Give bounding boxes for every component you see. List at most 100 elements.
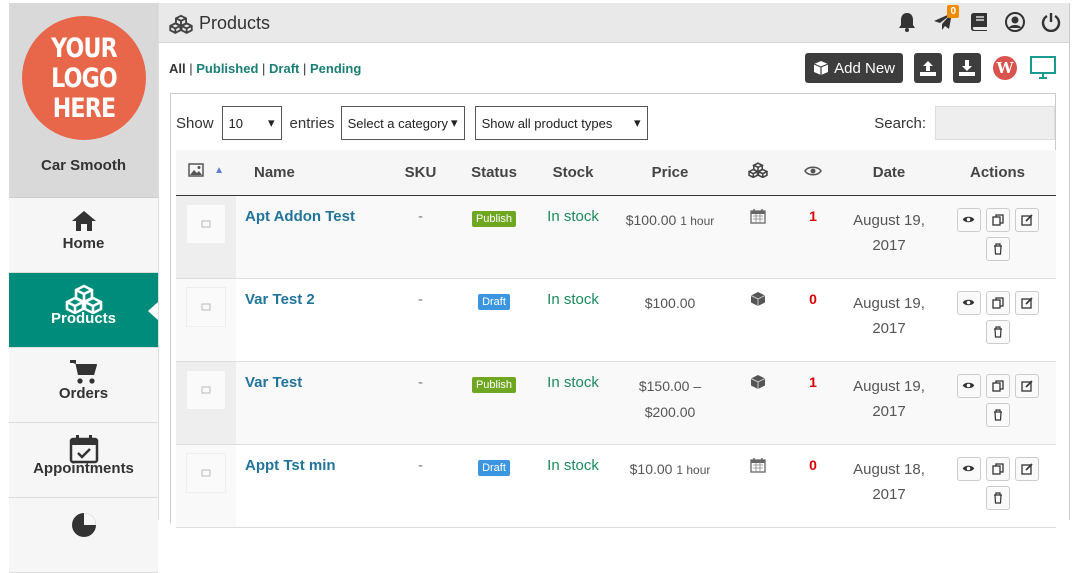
sidebar-item-reports[interactable]: [9, 498, 158, 573]
import-button[interactable]: [914, 53, 942, 83]
col-views[interactable]: [787, 150, 839, 196]
svg-text:W: W: [996, 59, 1015, 77]
product-name[interactable]: Appt Tst min: [236, 444, 388, 528]
col-date[interactable]: Date: [839, 150, 939, 196]
date-line: August 19,: [853, 377, 925, 395]
sidebar-item-products[interactable]: Products: [9, 273, 159, 348]
entries-select[interactable]: 10 ▾: [221, 106, 282, 140]
add-new-button[interactable]: Add New: [805, 53, 903, 83]
sidebar-item-label: Orders: [58, 385, 109, 402]
edit-button[interactable]: [1014, 373, 1039, 398]
delete-button[interactable]: [985, 485, 1010, 510]
product-sku: -: [388, 278, 453, 362]
date-cell: August 19, 2017: [839, 278, 939, 362]
eye-icon: [804, 166, 822, 176]
book-icon[interactable]: [969, 12, 989, 32]
date-year: 2017: [872, 402, 906, 420]
filter-pending[interactable]: Pending: [310, 61, 361, 76]
price-cell: $10.00 1 hour: [611, 444, 729, 528]
duplicate-button[interactable]: [985, 290, 1010, 315]
status-cell: Draft: [453, 278, 535, 362]
paper-plane-icon[interactable]: 0: [933, 5, 959, 32]
product-sku: -: [388, 195, 453, 279]
view-button[interactable]: [956, 207, 981, 232]
search-input[interactable]: [935, 106, 1055, 140]
table-row: Appt Tst min - Draft In stock $10.00 1 h…: [176, 444, 1056, 528]
power-icon[interactable]: [1041, 12, 1061, 32]
wordpress-icon[interactable]: W: [992, 55, 1018, 81]
category-select[interactable]: Select a category ▾: [340, 106, 465, 140]
bell-icon[interactable]: [897, 12, 917, 32]
copy-icon: [991, 213, 1004, 226]
delete-button[interactable]: [985, 236, 1010, 261]
sidebar-item-appointments[interactable]: Appointments: [9, 423, 158, 498]
sidebar-item-label: Home: [62, 235, 105, 252]
price-duration: 1 hour: [676, 462, 711, 477]
view-button[interactable]: [956, 290, 981, 315]
entries-label: entries: [289, 114, 335, 132]
download-icon: [959, 60, 975, 76]
duplicate-button[interactable]: [985, 456, 1010, 481]
copy-icon: [991, 379, 1004, 392]
delete-button[interactable]: [985, 319, 1010, 344]
product-type-select[interactable]: Show all product types ▾: [474, 106, 648, 140]
delete-button[interactable]: [985, 402, 1010, 427]
stock-status: In stock: [535, 444, 611, 528]
store-logo[interactable]: YOUR LOGO HERE: [22, 16, 146, 140]
filter-published[interactable]: Published: [196, 61, 258, 76]
edit-icon: [1020, 296, 1033, 309]
variable-product-icon: [750, 374, 766, 394]
product-name[interactable]: Var Test: [236, 361, 388, 445]
filter-sep: |: [262, 61, 266, 76]
export-button[interactable]: [953, 53, 981, 83]
col-sku[interactable]: SKU: [388, 150, 453, 196]
price-value: $150.00 –: [638, 377, 702, 394]
filter-draft[interactable]: Draft: [269, 61, 299, 76]
sidebar-item-orders[interactable]: Orders: [9, 348, 158, 423]
product-thumbnail[interactable]: [186, 286, 226, 327]
edit-icon: [1020, 379, 1033, 392]
edit-button[interactable]: [1014, 207, 1039, 232]
duplicate-button[interactable]: [985, 373, 1010, 398]
table-row: Var Test - Publish In stock $150.00 – $2…: [176, 361, 1056, 445]
type-cell: [729, 195, 787, 279]
col-stock[interactable]: Stock: [535, 150, 611, 196]
date-cell: August 19, 2017: [839, 361, 939, 445]
eye-icon: [962, 382, 975, 389]
view-button[interactable]: [956, 373, 981, 398]
edit-button[interactable]: [1014, 456, 1039, 481]
product-thumbnail[interactable]: [186, 369, 226, 410]
product-thumbnail[interactable]: [186, 203, 226, 244]
view-button[interactable]: [956, 456, 981, 481]
home-icon: [9, 198, 158, 232]
filter-sep: |: [189, 61, 193, 76]
col-name[interactable]: Name: [236, 150, 388, 196]
caret-down-icon: ▾: [634, 115, 641, 130]
col-status[interactable]: Status: [453, 150, 535, 196]
edit-button[interactable]: [1014, 290, 1039, 315]
col-type[interactable]: [729, 150, 787, 196]
header-icons: 0: [897, 5, 1061, 32]
view-count: 1: [787, 361, 839, 445]
duplicate-button[interactable]: [985, 207, 1010, 232]
sidebar-item-label: Products: [50, 310, 116, 327]
sidebar-item-home[interactable]: Home: [9, 198, 158, 273]
product-thumbnail[interactable]: [186, 452, 226, 493]
trash-icon: [993, 408, 1002, 421]
monitor-icon[interactable]: [1029, 55, 1057, 81]
cubes-icon: [9, 273, 158, 315]
user-circle-icon[interactable]: [1005, 12, 1025, 32]
cubes-icon: [169, 14, 193, 34]
eye-icon: [962, 465, 975, 472]
thumbnail-cell: [176, 278, 236, 362]
product-name[interactable]: Var Test 2: [236, 278, 388, 362]
sidebar: YOUR LOGO HERE Car Smooth Home Products: [9, 3, 159, 573]
store-name: Car Smooth: [40, 157, 126, 174]
col-thumbnail[interactable]: ▲: [176, 150, 236, 196]
product-name[interactable]: Apt Addon Test: [236, 195, 388, 279]
filter-all[interactable]: All: [169, 61, 186, 76]
col-price[interactable]: Price: [611, 150, 729, 196]
notification-badge: 0: [947, 5, 959, 18]
col-actions: Actions: [939, 150, 1056, 196]
price-cell: $100.00: [611, 278, 729, 362]
